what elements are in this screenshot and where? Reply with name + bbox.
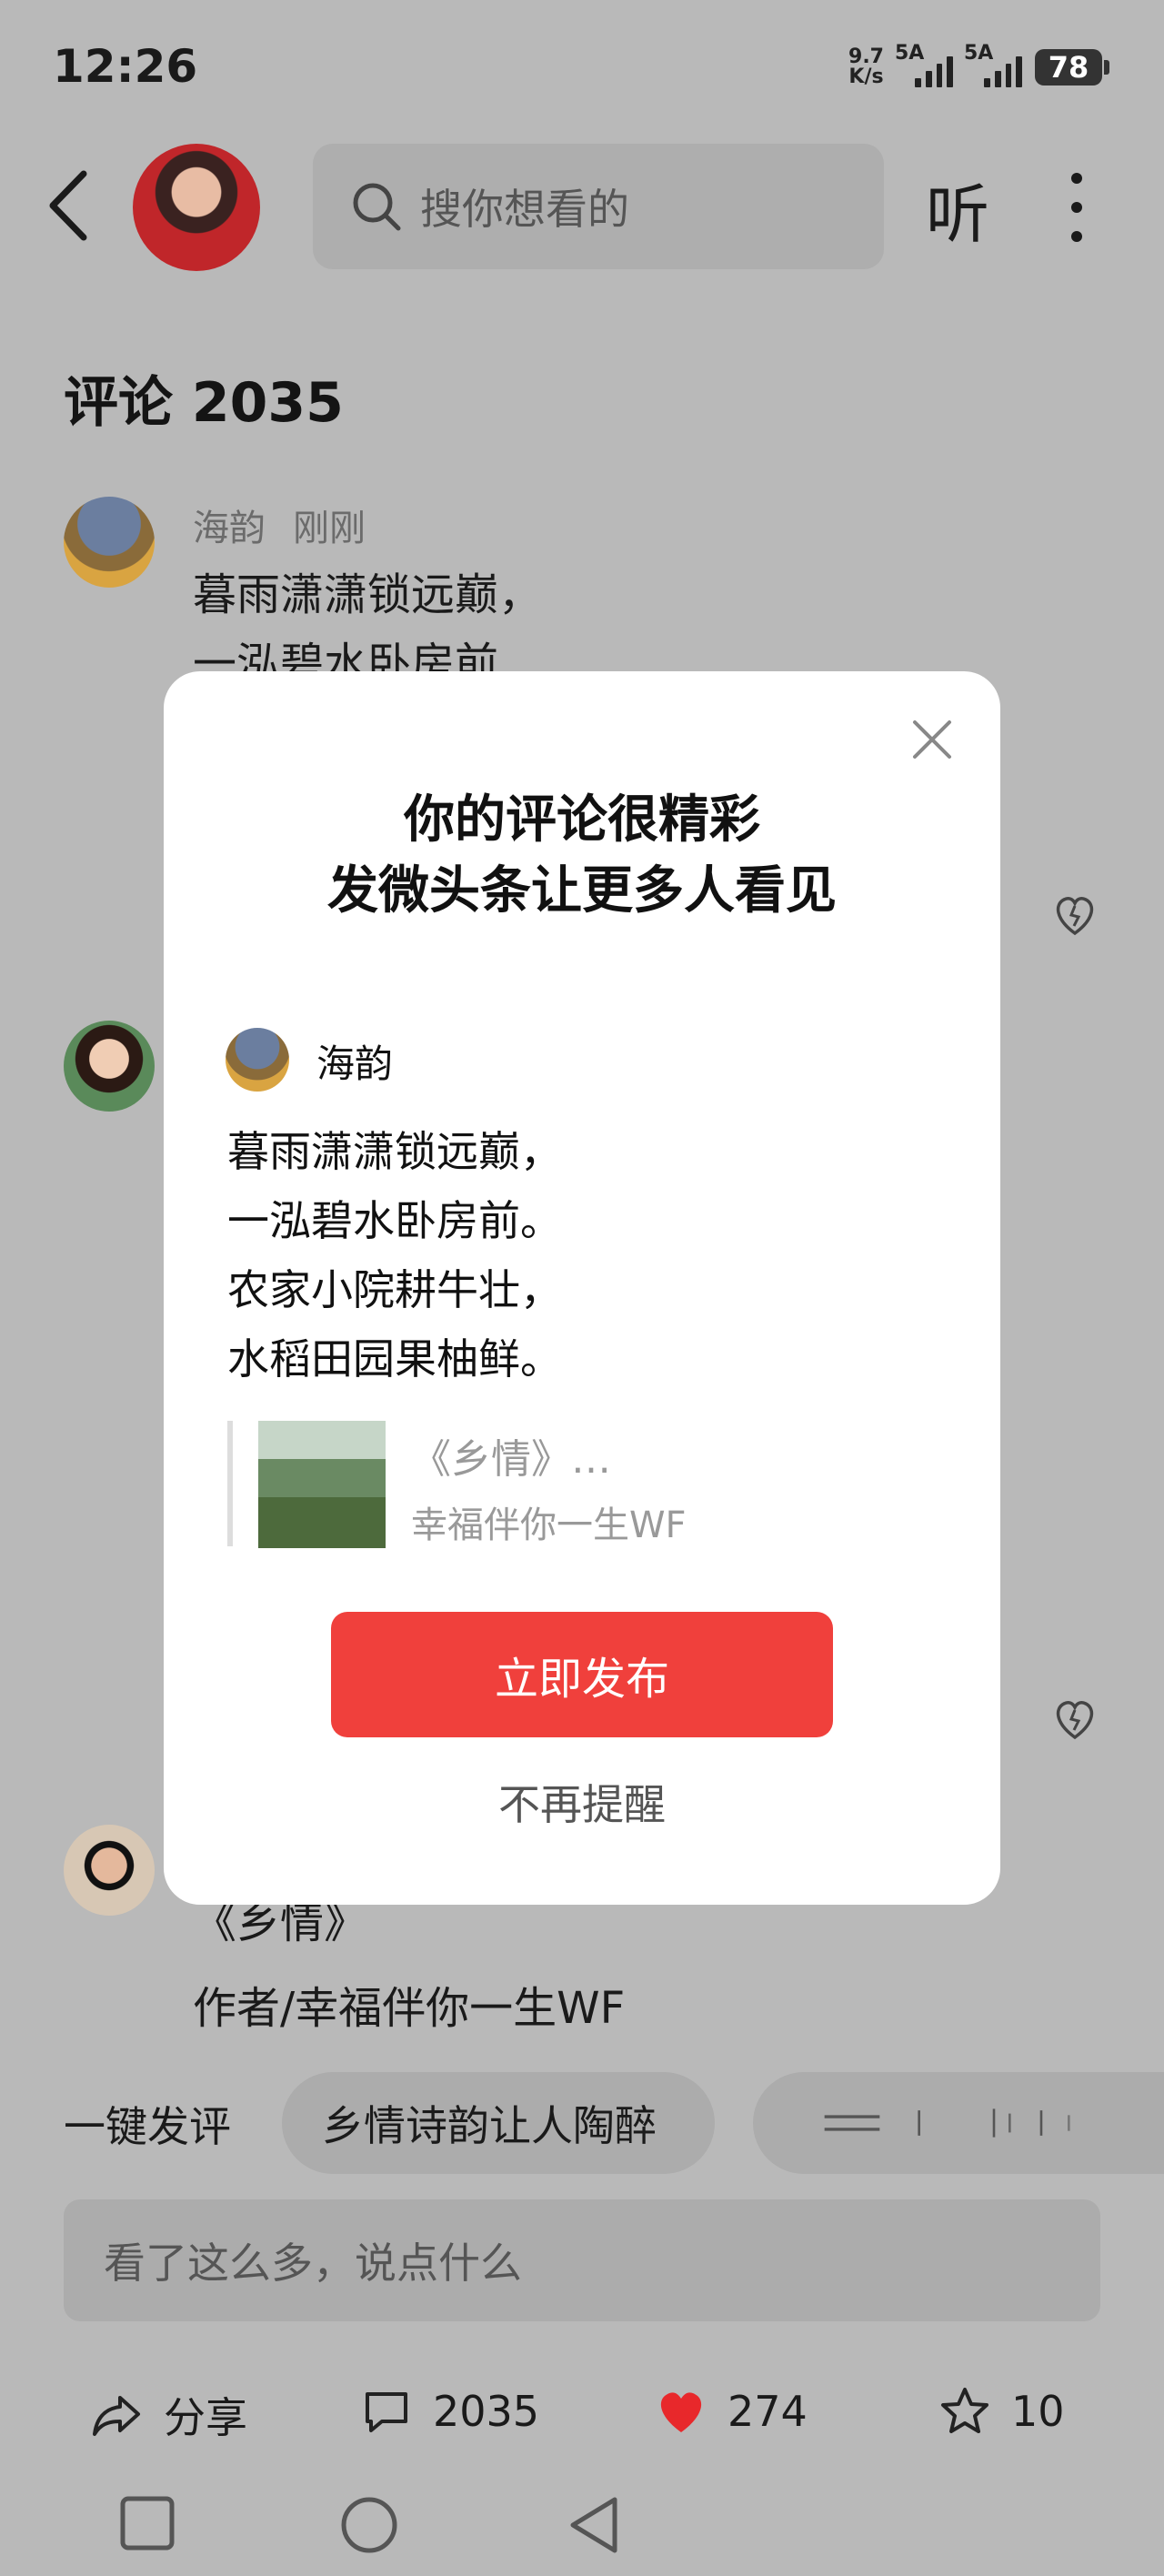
quote-divider (227, 1421, 233, 1546)
back-icon (49, 170, 87, 241)
poem-line: 暮雨潇潇锁远巅， (227, 1127, 562, 1176)
comment-icon (366, 2392, 407, 2432)
network-speed: 9.7 K/s (848, 47, 884, 87)
favorite-count: 10 (1011, 2387, 1065, 2436)
battery-level: 78 (1035, 49, 1102, 86)
comment-count: 2035 (433, 2387, 540, 2436)
share-button[interactable]: 分享 (91, 2385, 247, 2445)
comment-count-button[interactable]: 2035 (360, 2385, 539, 2438)
quick-comment-chip[interactable] (753, 2072, 1164, 2174)
network-speed-value: 9.7 (848, 45, 884, 68)
source-thumbnail (258, 1421, 386, 1548)
comments-title: 评论 2035 (64, 371, 344, 435)
search-icon (353, 183, 401, 231)
search-bar[interactable]: 搜你想看的 (313, 144, 884, 269)
comment-input[interactable]: 看了这么多，说点什么 (64, 2199, 1100, 2321)
search-placeholder: 搜你想看的 (420, 185, 629, 234)
author-avatar[interactable] (133, 144, 260, 271)
heart-icon (660, 2392, 702, 2432)
sim2-label: 5A (964, 42, 994, 65)
comment-line: 暮雨潇潇锁远巅， (193, 569, 543, 620)
heart-icon[interactable] (1051, 1696, 1099, 1743)
commenter-avatar[interactable] (64, 497, 155, 588)
poem-line: 农家小院耕牛壮， (227, 1265, 562, 1314)
back-nav-button[interactable] (567, 2496, 620, 2554)
status-indicators: 9.7 K/s 5A 5A 78 (848, 42, 1109, 87)
share-label: 分享 (164, 2393, 247, 2442)
poem-line: 一泓碧水卧房前。 (227, 1196, 562, 1245)
signal-icon: 5A (964, 42, 1022, 87)
source-author: 幸福伴你一生WF (411, 1504, 687, 1546)
publish-dialog: 你的评论很精彩 发微头条让更多人看见 海韵 暮雨潇潇锁远巅， 一泓碧水卧房前。 … (164, 671, 1000, 1905)
comment-time: 刚刚 (293, 508, 366, 549)
commenter-avatar[interactable] (64, 1021, 155, 1112)
user-name: 海韵 (316, 1041, 394, 1086)
home-button[interactable] (340, 2496, 398, 2554)
quick-comment-label: 一键发评 (64, 2102, 231, 2151)
like-button[interactable]: 274 (655, 2385, 808, 2438)
battery-icon: 78 (1035, 49, 1109, 86)
status-time: 12:26 (53, 40, 198, 93)
comment-author[interactable]: 海韵 (193, 498, 266, 551)
listen-button[interactable]: 听 (926, 164, 989, 256)
dont-remind-button[interactable]: 不再提醒 (164, 1772, 1000, 1832)
dialog-title: 你的评论很精彩 (404, 790, 760, 850)
publish-button[interactable]: 立即发布 (331, 1612, 833, 1737)
like-count: 274 (728, 2387, 808, 2436)
network-speed-unit: K/s (848, 65, 884, 88)
user-avatar (226, 1028, 289, 1092)
commenter-avatar[interactable] (64, 1825, 155, 1916)
quick-comment-chip[interactable]: 乡情诗韵让人陶醉 (282, 2072, 715, 2174)
dialog-subtitle: 发微头条让更多人看见 (327, 861, 837, 921)
sim1-label: 5A (895, 42, 925, 65)
more-icon[interactable] (1059, 173, 1095, 242)
close-icon[interactable] (911, 719, 953, 760)
star-icon (941, 2388, 988, 2433)
heart-icon[interactable] (1051, 891, 1099, 939)
poem-line: 水稻田园果柚鲜。 (227, 1334, 562, 1384)
favorite-button[interactable]: 10 (938, 2385, 1065, 2438)
comment-line: 作者/幸福伴你一生WF (193, 1983, 626, 2034)
source-title: 《乡情》… (411, 1436, 611, 1483)
signal-icon: 5A (895, 42, 953, 87)
back-button[interactable] (47, 169, 98, 242)
blurred-chip-content (824, 2108, 1070, 2138)
share-icon (93, 2396, 140, 2436)
recent-apps-button[interactable] (120, 2496, 175, 2551)
